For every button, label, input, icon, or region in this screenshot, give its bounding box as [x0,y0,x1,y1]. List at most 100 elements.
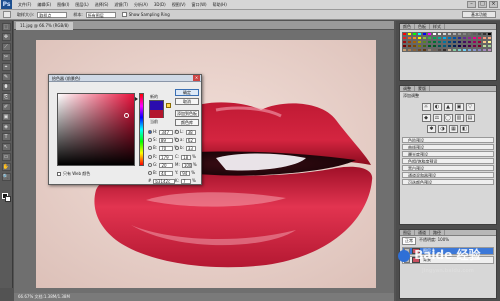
current-color-swatch[interactable] [150,110,163,118]
hex-input[interactable]: b3142c [153,178,176,184]
threshold-icon[interactable]: ▦ [449,125,458,133]
channel-mixer-icon[interactable]: ▤ [465,114,475,122]
dialog-close-button[interactable]: × [193,75,200,81]
opacity-control[interactable]: 不透明度: 100% [419,237,449,245]
cancel-button[interactable]: 取消 [175,98,199,105]
gradient-tool-icon[interactable]: ▣ [1,113,11,121]
tab-paths[interactable]: 路径 [430,230,445,235]
tab-masks[interactable]: 蒙版 [415,86,430,91]
add-to-swatches-button[interactable]: 添加到色板 [175,110,199,117]
crop-tool-icon[interactable]: ✂ [1,53,11,61]
cyan-input[interactable]: 18 [181,154,192,160]
levels-icon[interactable]: ◐ [432,103,442,111]
lightness-input[interactable]: 38 [185,129,196,135]
lasso-tool-icon[interactable]: ⟋ [1,43,11,51]
saturation-input[interactable]: 89 [158,137,173,143]
menu-view[interactable]: 视图(V) [172,2,186,8]
posterize-icon[interactable]: ◑ [438,125,447,133]
eyedropper-tool-icon[interactable]: ⌖ [1,63,11,71]
brush-tool-icon[interactable]: ✎ [1,73,11,81]
yellow-input[interactable]: 94 [180,170,191,176]
out-of-gamut-warning-icon[interactable] [166,103,171,108]
hue-saturation-icon[interactable]: ◆ [421,114,431,122]
saturation-brightness-field[interactable] [57,93,135,166]
background-color-swatch[interactable] [5,196,11,202]
stamp-tool-icon[interactable]: ⬮ [1,83,11,91]
tab-color[interactable]: 颜色 [400,24,415,29]
eraser-tool-icon[interactable]: ✐ [1,103,11,111]
menu-select[interactable]: 选择(S) [95,2,109,8]
tab-adjustments[interactable]: 调整 [400,86,415,91]
workspace-switcher[interactable]: 基本功能 [462,11,496,18]
eyedropper-tool-preset-icon[interactable] [3,11,11,18]
brightness-radio[interactable] [148,146,152,150]
menu-layer[interactable]: 图层(L) [75,2,88,8]
vibrance-icon[interactable]: ▽ [465,103,475,111]
photo-filter-icon[interactable]: ▥ [454,114,464,122]
preset-item[interactable]: 色相/饱和度预设 [402,158,494,164]
menu-file[interactable]: 文件(F) [18,2,31,8]
close-button[interactable]: × [489,1,498,8]
exposure-icon[interactable]: ▣ [454,103,464,111]
brightness-input[interactable]: 70 [159,145,174,151]
menu-image[interactable]: 图像(I) [57,2,69,8]
brightness-icon[interactable]: ☼ [421,103,431,111]
document-tab[interactable]: 11.jpg @ 66.7% (RGB/8) [16,22,73,30]
gradient-map-icon[interactable]: ◧ [460,125,469,133]
maximize-button[interactable]: □ [478,1,487,8]
tab-layers[interactable]: 图层 [400,230,415,235]
zoom-tool-icon[interactable]: 🔍 [1,173,11,181]
curves-icon[interactable]: ▲ [443,103,453,111]
hue-input[interactable]: 347 [159,129,174,135]
minimize-button[interactable]: – [467,1,476,8]
saturation-radio[interactable] [148,138,152,142]
tab-channels[interactable]: 通道 [415,230,430,235]
menu-analysis[interactable]: 分析(A) [134,2,148,8]
sample-select[interactable]: 所有图层 [85,11,116,18]
preset-item[interactable]: 可选颜色预设 [402,179,494,185]
magenta-input[interactable]: 100 [181,162,192,168]
blend-mode-select[interactable]: 正常 [402,237,416,245]
menu-help[interactable]: 帮助(H) [213,2,227,8]
red-input[interactable]: 179 [159,154,174,160]
menu-edit[interactable]: 编辑(E) [37,2,51,8]
hand-tool-icon[interactable]: ✋ [1,163,11,171]
green-input[interactable]: 20 [159,162,174,168]
preset-item[interactable]: 通道混和器预设 [402,172,494,178]
tab-swatches[interactable]: 色板 [415,24,430,29]
ok-button[interactable]: 确定 [175,89,199,96]
path-selection-icon[interactable]: ↖ [1,143,11,151]
menu-window[interactable]: 窗口(W) [192,2,207,8]
menu-filter[interactable]: 滤镜(T) [114,2,128,8]
web-colors-only-checkbox[interactable] [57,172,61,176]
menu-3d[interactable]: 3D(D) [154,2,166,7]
invert-icon[interactable]: ✱ [427,125,436,133]
green-radio[interactable] [148,163,152,167]
blue-input[interactable]: 44 [159,170,174,176]
hue-radio[interactable] [148,130,152,134]
shape-tool-icon[interactable]: ▭ [1,153,11,161]
preset-item[interactable]: 曝光度预设 [402,151,494,157]
sample-size-select[interactable]: 取样点 [37,11,68,18]
color-libraries-button[interactable]: 颜色库 [175,119,199,126]
color-swatch[interactable] [487,48,492,52]
color-balance-icon[interactable]: ⚖ [432,114,442,122]
move-tool-icon[interactable]: ✥ [1,33,11,41]
lightness-radio[interactable] [175,130,179,134]
hue-slider[interactable] [139,93,144,166]
show-sampling-ring-checkbox[interactable] [121,12,127,17]
b-input[interactable]: 33 [185,145,196,151]
preset-item[interactable]: 色阶预设 [402,137,494,143]
b-radio[interactable] [175,146,179,150]
blue-radio[interactable] [148,171,152,175]
history-brush-icon[interactable]: ⎘ [1,93,11,101]
preset-item[interactable]: 黑白预设 [402,165,494,171]
red-radio[interactable] [148,155,152,159]
type-tool-icon[interactable]: T [1,133,11,141]
hue-slider-arrow-icon[interactable] [135,97,138,101]
preset-item[interactable]: 曲线预设 [402,144,494,150]
a-input[interactable]: 62 [185,137,196,143]
tab-styles[interactable]: 样式 [430,24,445,29]
a-radio[interactable] [175,138,179,142]
dodge-tool-icon[interactable]: ◈ [1,123,11,131]
